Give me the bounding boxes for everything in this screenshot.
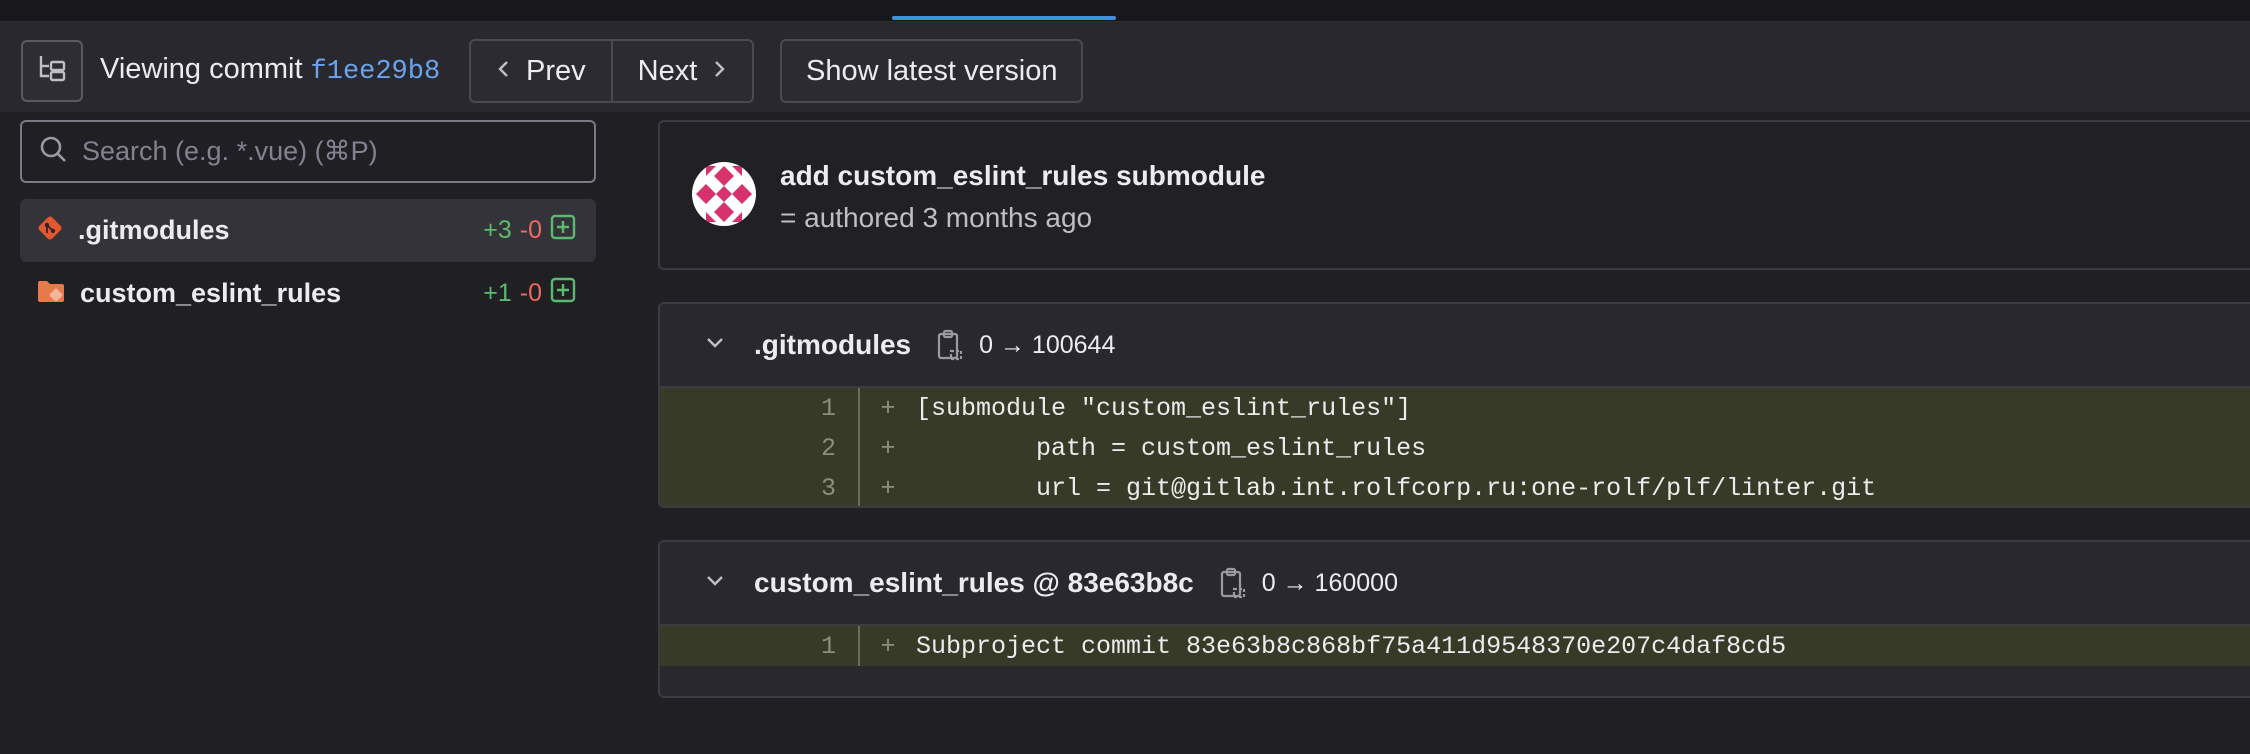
diff-file-custom-eslint-rules: custom_eslint_rules @ 83e63b8c 0 → 16000…	[658, 540, 2250, 698]
file-mode-change: 0 → 160000	[1261, 568, 1398, 597]
line-number[interactable]: 1	[660, 388, 860, 428]
top-tab-strip	[0, 0, 2250, 22]
search-icon	[38, 134, 68, 169]
file-diff-stats: +3 -0	[483, 214, 576, 247]
diff-sign: +	[880, 393, 896, 423]
chevron-left-icon	[496, 55, 512, 88]
diff-line: 1 + [submodule "custom_eslint_rules"]	[660, 388, 2250, 428]
diff-code: path = custom_eslint_rules	[916, 433, 1427, 463]
next-label: Next	[637, 54, 698, 87]
file-tree-toggle-button[interactable]	[21, 40, 83, 102]
diff-file-name[interactable]: custom_eslint_rules @ 83e63b8c	[754, 567, 1194, 599]
file-list-item-custom-eslint-rules[interactable]: custom_eslint_rules +1 -0	[20, 262, 596, 325]
diff-file-name[interactable]: .gitmodules	[754, 329, 911, 361]
copy-path-icon[interactable]	[935, 329, 963, 361]
prev-commit-button[interactable]: Prev	[471, 41, 611, 101]
file-mode-change: 0 → 100644	[979, 330, 1116, 359]
file-added-icon	[550, 214, 576, 247]
prev-next-group: Prev Next	[469, 39, 755, 103]
diff-file-header: custom_eslint_rules @ 83e63b8c 0 → 16000…	[660, 542, 2250, 626]
lines-removed: -0	[519, 279, 542, 307]
diff-file-gitmodules: .gitmodules 0 → 100644 1 + [submodule "c…	[658, 302, 2250, 508]
line-number[interactable]: 2	[660, 428, 860, 468]
commit-sha-link[interactable]: f1ee29b8	[311, 57, 441, 87]
git-icon	[36, 214, 64, 247]
file-tree-icon	[35, 52, 69, 91]
file-list-item-gitmodules[interactable]: .gitmodules +3 -0	[20, 199, 596, 262]
folder-git-icon	[36, 277, 66, 310]
diff-line: 2 + path = custom_eslint_rules	[660, 428, 2250, 468]
lines-removed: -0	[519, 216, 542, 244]
avatar[interactable]	[692, 162, 756, 226]
file-name: .gitmodules	[78, 215, 230, 245]
commit-toolbar: Viewing commit f1ee29b8 Prev Next Show la…	[0, 22, 2250, 112]
line-number[interactable]: 3	[660, 468, 860, 506]
diff-file-header: .gitmodules 0 → 100644	[660, 304, 2250, 388]
diff-sign: +	[880, 631, 896, 661]
diff-sign: +	[880, 433, 896, 463]
diff-file-footer	[660, 666, 2250, 696]
file-added-icon	[550, 277, 576, 310]
file-diff-stats: +1 -0	[483, 277, 576, 310]
diff-code: [submodule "custom_eslint_rules"]	[916, 393, 1412, 423]
show-latest-version-button[interactable]: Show latest version	[780, 39, 1084, 103]
commit-info-card: add custom_eslint_rules submodule = auth…	[658, 120, 2250, 270]
chevron-right-icon	[711, 55, 727, 88]
line-number[interactable]: 1	[660, 626, 860, 666]
diff-sign: +	[880, 473, 896, 503]
chevron-down-icon[interactable]	[704, 335, 726, 356]
next-commit-button[interactable]: Next	[610, 41, 753, 101]
file-search-input[interactable]	[82, 136, 582, 167]
chevron-down-icon[interactable]	[704, 573, 726, 594]
diff-line: 3 + url = git@gitlab.int.rolfcorp.ru:one…	[660, 468, 2250, 506]
commit-title: add custom_eslint_rules submodule	[780, 160, 1266, 191]
diff-line: 1 + Subproject commit 83e63b8c868bf75a41…	[660, 626, 2250, 666]
lines-added: +3	[483, 216, 512, 244]
commit-author-meta: = authored 3 months ago	[780, 202, 1093, 233]
file-search-box[interactable]	[20, 120, 596, 183]
file-name: custom_eslint_rules	[80, 278, 342, 308]
viewing-commit-label: Viewing commit f1ee29b8	[100, 53, 440, 87]
lines-added: +1	[483, 279, 512, 307]
prev-label: Prev	[526, 54, 586, 87]
diff-code: url = git@gitlab.int.rolfcorp.ru:one-rol…	[916, 473, 1877, 503]
active-tab-indicator	[892, 16, 1116, 20]
diff-code: Subproject commit 83e63b8c868bf75a411d95…	[916, 631, 1787, 661]
viewing-commit-text: Viewing commit	[100, 53, 303, 85]
copy-path-icon[interactable]	[1218, 567, 1246, 599]
